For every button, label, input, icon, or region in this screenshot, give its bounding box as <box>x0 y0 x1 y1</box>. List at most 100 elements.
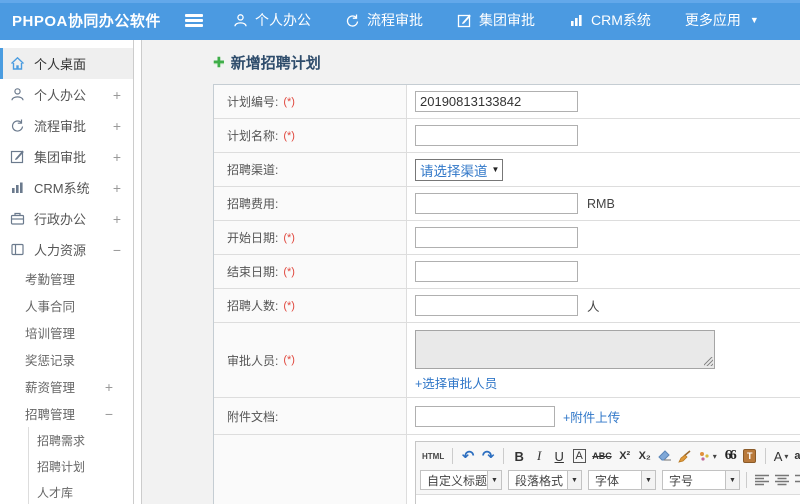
sidebar-item-label: 培训管理 <box>25 327 76 341</box>
caret-down-icon: ▼ <box>641 471 655 489</box>
caret-down-icon: ▼ <box>491 165 500 174</box>
sidebar-scrollbar[interactable] <box>133 40 142 504</box>
toolbar-separator <box>764 448 766 464</box>
sidebar-item-recruit-demand[interactable]: 招聘需求 <box>29 427 133 453</box>
font-family-select[interactable]: 字体 ▼ <box>588 470 656 490</box>
align-right-icon[interactable] <box>793 470 800 490</box>
editor-toolbar-row-1: HTML ↶ ↷ B I U A ABC X² X₂ ▾ 66 T A ▾ a <box>420 444 800 468</box>
topnav-personal-office[interactable]: 个人办公 <box>233 10 311 30</box>
briefcase-icon <box>10 211 25 226</box>
end-date-input[interactable] <box>415 261 578 282</box>
expand-plus-icon[interactable]: + <box>113 211 121 227</box>
sidebar-item-label: 流程审批 <box>34 119 87 134</box>
html-source-button[interactable]: HTML <box>420 446 446 466</box>
font-size-select[interactable]: 字号 ▼ <box>662 470 740 490</box>
field-label: 招聘渠道: <box>214 153 407 186</box>
blockquote-button[interactable]: 66 <box>721 446 739 466</box>
sidebar-item-training[interactable]: 培训管理 <box>0 319 133 346</box>
paste-icon[interactable]: T <box>741 446 759 466</box>
topnav-label: 个人办公 <box>255 12 311 28</box>
sidebar-item-recruit-plan[interactable]: 招聘计划 <box>29 453 133 479</box>
sidebar-item-recruit-management[interactable]: 招聘管理 − <box>0 400 133 427</box>
rich-text-editor: HTML ↶ ↷ B I U A ABC X² X₂ ▾ 66 T A ▾ a … <box>415 441 800 504</box>
eraser-icon[interactable] <box>656 446 674 466</box>
boxed-a-button[interactable]: A <box>570 446 588 466</box>
required-mark: (*) <box>283 299 295 312</box>
underline-button[interactable]: U <box>550 446 568 466</box>
custom-title-select[interactable]: 自定义标题 ▼ <box>420 470 502 490</box>
user-icon <box>10 87 25 102</box>
align-center-icon[interactable] <box>773 470 791 490</box>
home-icon <box>10 56 25 71</box>
toolbar-separator <box>503 448 505 464</box>
topnav-crm-system[interactable]: CRM系统 <box>569 10 651 30</box>
font-color-button[interactable]: A ▾ <box>772 446 791 466</box>
top-navigation: 个人办公 流程审批 集团审批 CRM系统 更多应用 ▼ <box>233 10 759 30</box>
sidebar-item-personal-office[interactable]: 个人办公 + <box>0 79 133 110</box>
main-content: ✚ 新增招聘计划 计划编号: (*) 计划名称: (*) <box>143 40 800 504</box>
sidebar-item-admin-office[interactable]: 行政办公 + <box>0 203 133 234</box>
field-label: 审批人员: (*) <box>214 323 407 397</box>
undo-button[interactable]: ↶ <box>459 446 477 466</box>
attachment-input[interactable] <box>415 405 555 427</box>
hamburger-menu-icon[interactable] <box>185 13 203 27</box>
sidebar-item-label: 人才库 <box>37 485 74 500</box>
form-row-approvers: 审批人员: (*) +选择审批人员 <box>214 323 800 398</box>
edit-icon <box>10 149 25 164</box>
color-sparkle-icon[interactable]: ▾ <box>696 446 719 466</box>
select-approvers-link[interactable]: +选择审批人员 <box>415 373 497 392</box>
sidebar-item-workflow-approval[interactable]: 流程审批 + <box>0 110 133 141</box>
strikethrough-button[interactable]: ABC <box>590 446 614 466</box>
expand-plus-icon[interactable]: + <box>105 379 113 395</box>
start-date-input[interactable] <box>415 227 578 248</box>
expand-plus-icon[interactable]: + <box>113 118 121 134</box>
redo-button[interactable]: ↷ <box>479 446 497 466</box>
bold-button[interactable]: B <box>510 446 528 466</box>
superscript-button[interactable]: X² <box>616 446 634 466</box>
sidebar-item-talent-pool[interactable]: 人才库 <box>29 479 133 504</box>
caret-down-icon: ▼ <box>749 15 759 25</box>
sidebar-item-personal-desktop[interactable]: 个人桌面 <box>0 48 133 79</box>
plan-number-input[interactable] <box>415 91 578 112</box>
collapse-minus-icon[interactable]: − <box>105 406 113 422</box>
required-mark: (*) <box>283 95 295 108</box>
bar-chart-icon <box>10 180 25 195</box>
topnav-group-approval[interactable]: 集团审批 <box>457 10 535 30</box>
sidebar-item-human-resources[interactable]: 人力资源 − <box>0 234 133 265</box>
approvers-textarea[interactable] <box>415 330 715 369</box>
collapse-minus-icon[interactable]: − <box>113 242 121 258</box>
editor-content-area[interactable] <box>416 495 800 504</box>
sidebar-item-attendance[interactable]: 考勤管理 <box>0 265 133 292</box>
field-label: 附件文档: <box>214 398 407 434</box>
sidebar-item-label: 薪资管理 <box>25 381 76 395</box>
sidebar-item-group-approval[interactable]: 集团审批 + <box>0 141 133 172</box>
topnav-more-apps[interactable]: 更多应用 ▼ <box>685 10 759 30</box>
subscript-button[interactable]: X₂ <box>636 446 654 466</box>
sidebar-item-label: 考勤管理 <box>25 273 76 287</box>
expand-plus-icon[interactable]: + <box>113 180 121 196</box>
sidebar-item-reward-punishment[interactable]: 奖惩记录 <box>0 346 133 373</box>
sidebar-item-label: 招聘计划 <box>37 459 86 474</box>
format-brush-icon[interactable] <box>676 446 694 466</box>
attachment-upload-link[interactable]: +附件上传 <box>563 407 620 426</box>
form-row-attachment: 附件文档: +附件上传 <box>214 398 800 435</box>
highlight-color-button[interactable]: ab✎ ▾ <box>792 446 800 466</box>
align-left-icon[interactable] <box>753 470 771 490</box>
sidebar-item-crm-system[interactable]: CRM系统 + <box>0 172 133 203</box>
headcount-input[interactable] <box>415 295 578 316</box>
paragraph-format-select[interactable]: 段落格式 ▼ <box>508 470 582 490</box>
form-row-start-date: 开始日期: (*) <box>214 221 800 255</box>
topnav-workflow-approval[interactable]: 流程审批 <box>345 10 423 30</box>
sidebar-item-salary[interactable]: 薪资管理 + <box>0 373 133 400</box>
toolbar-separator <box>746 472 747 488</box>
expand-plus-icon[interactable]: + <box>113 149 121 165</box>
form-row-recruit-cost: 招聘费用: RMB <box>214 187 800 221</box>
sidebar-item-hr-contract[interactable]: 人事合同 <box>0 292 133 319</box>
recruit-channel-select[interactable]: 请选择渠道 ▼ <box>415 158 504 181</box>
form-row-end-date: 结束日期: (*) <box>214 255 800 289</box>
sidebar-item-label: 招聘管理 <box>25 408 76 422</box>
italic-button[interactable]: I <box>530 446 548 466</box>
recruit-cost-input[interactable] <box>415 193 578 214</box>
expand-plus-icon[interactable]: + <box>113 87 121 103</box>
plan-name-input[interactable] <box>415 125 578 146</box>
